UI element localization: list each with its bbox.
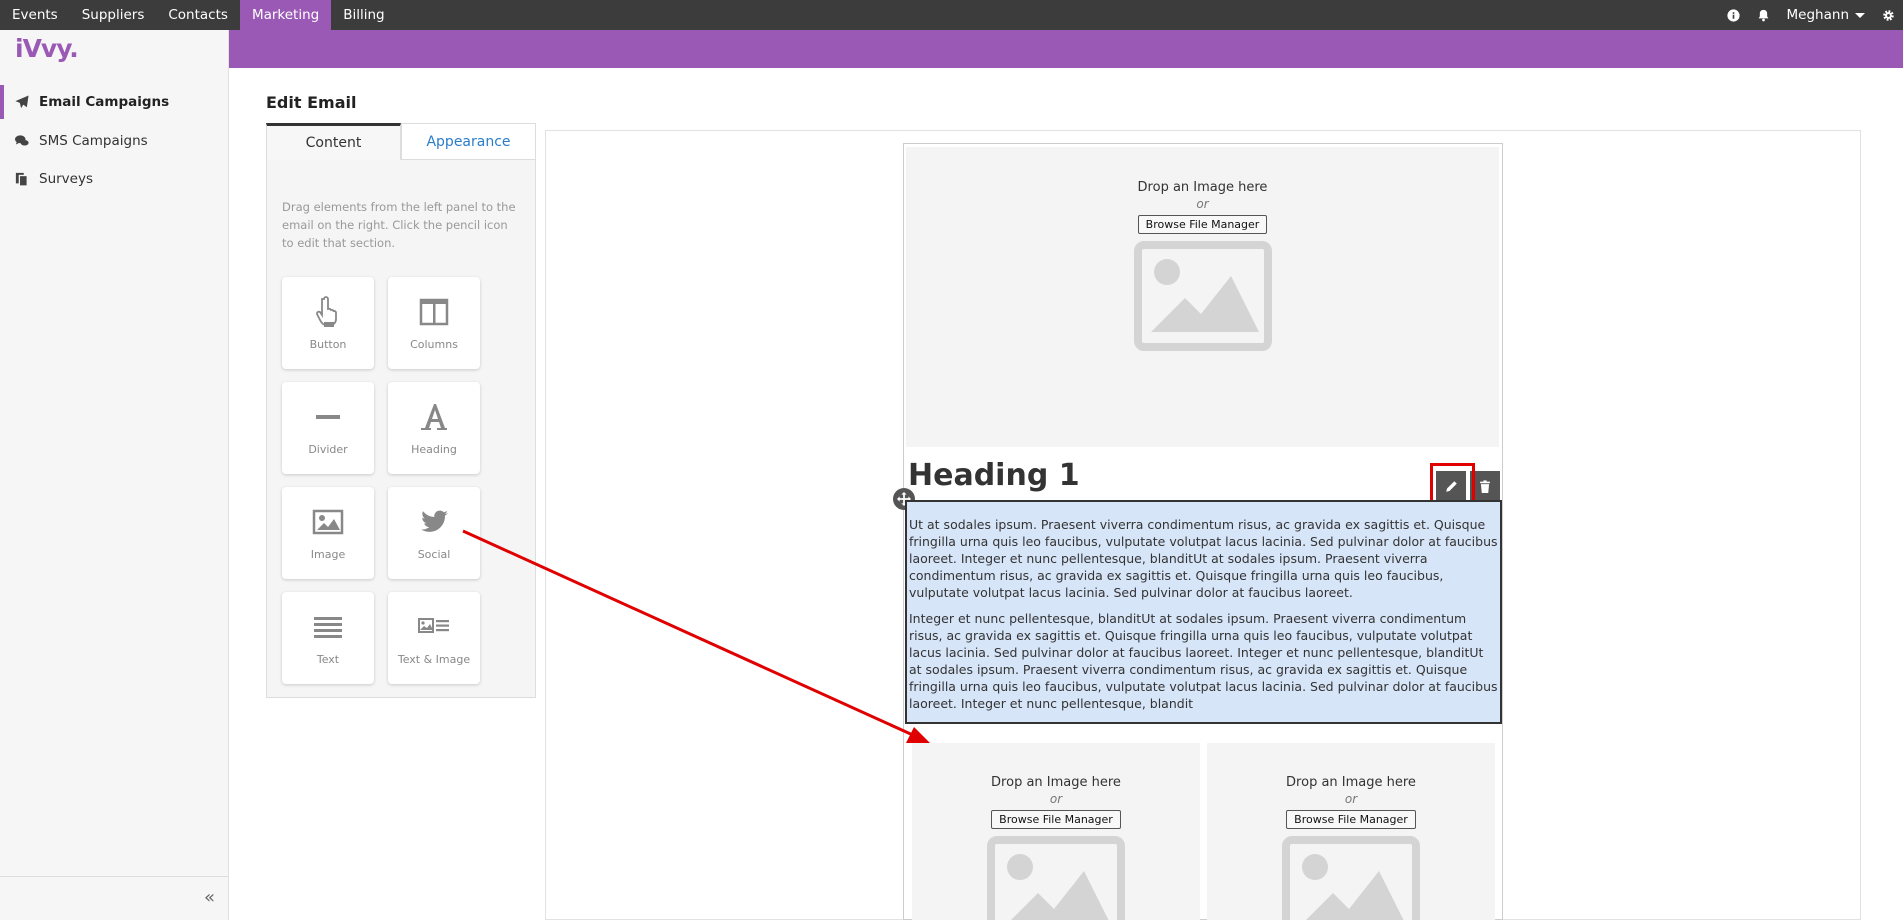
header-band [229, 30, 1903, 68]
divider-icon [316, 414, 340, 419]
element-columns[interactable]: Columns [388, 277, 480, 369]
drop-or-text: or [1344, 792, 1358, 806]
twitter-icon [421, 510, 448, 532]
image-drop-zone[interactable]: Drop an Image here or Browse File Manage… [906, 147, 1499, 447]
element-label: Divider [308, 442, 348, 456]
clipboard-icon [15, 172, 28, 186]
drop-image-text: Drop an Image here [1137, 180, 1268, 195]
collapse-sidebar-button[interactable]: « [204, 887, 215, 908]
panel-help-text: Drag elements from the left panel to the… [282, 200, 516, 250]
sidebar-item-sms-campaigns[interactable]: SMS Campaigns [0, 124, 229, 158]
paper-plane-icon [15, 95, 29, 109]
browse-file-manager-button[interactable]: Browse File Manager [991, 810, 1121, 829]
image-drop-zone-left[interactable]: Drop an Image here or Browse File Manage… [912, 743, 1200, 920]
text-image-icon [418, 617, 449, 633]
chat-bubbles-icon [15, 135, 29, 146]
element-heading[interactable]: Heading [388, 382, 480, 474]
element-text[interactable]: Text [282, 592, 374, 684]
nav-suppliers[interactable]: Suppliers [70, 0, 157, 30]
nav-marketing[interactable]: Marketing [239, 0, 332, 30]
element-label: Heading [411, 442, 457, 456]
drop-or-text: or [1196, 197, 1209, 211]
info-icon[interactable] [1719, 0, 1749, 30]
columns-icon [419, 298, 449, 325]
element-label: Text & Image [397, 652, 471, 666]
trash-icon [1480, 479, 1490, 493]
gear-icon[interactable] [1873, 0, 1903, 30]
selected-text-block[interactable]: Ut at sodales ipsum. Praesent viverra co… [905, 500, 1502, 724]
elements-panel: Drag elements from the left panel to the… [266, 160, 536, 698]
image-placeholder-icon [1282, 836, 1420, 920]
drop-image-text: Drop an Image here [991, 775, 1121, 790]
sidebar: iVvy. Email Campaigns SMS Campaigns Surv… [0, 30, 229, 920]
text-paragraph: Integer et nunc pellentesque, blanditUt … [909, 611, 1498, 711]
element-social[interactable]: Social [388, 487, 480, 579]
element-label: Text [316, 652, 340, 666]
sidebar-footer: « [0, 876, 229, 920]
sidebar-item-label: Surveys [39, 171, 93, 187]
image-placeholder-icon [1133, 241, 1272, 351]
heading-icon [421, 403, 447, 430]
tab-content[interactable]: Content [266, 123, 401, 160]
element-label: Image [310, 547, 346, 561]
editor-tabs: Content Appearance [266, 123, 536, 160]
user-name: Meghann [1786, 7, 1849, 23]
element-label: Button [309, 337, 347, 351]
nav-contacts[interactable]: Contacts [156, 0, 240, 30]
tab-appearance[interactable]: Appearance [401, 123, 536, 160]
caret-down-icon [1855, 12, 1865, 18]
image-drop-zone-right[interactable]: Drop an Image here or Browse File Manage… [1207, 743, 1495, 920]
text-lines-icon [314, 616, 342, 638]
element-divider[interactable]: Divider [282, 382, 374, 474]
bell-icon[interactable] [1749, 0, 1779, 30]
nav-events[interactable]: Events [0, 0, 70, 30]
sidebar-item-label: Email Campaigns [39, 94, 170, 110]
element-image[interactable]: Image [282, 487, 374, 579]
top-navigation: Events Suppliers Contacts Marketing Bill… [0, 0, 1903, 30]
drop-image-text: Drop an Image here [1286, 775, 1416, 790]
sidebar-item-email-campaigns[interactable]: Email Campaigns [0, 85, 229, 119]
element-label: Columns [410, 337, 458, 351]
logo: iVvy. [15, 34, 79, 63]
sidebar-item-label: SMS Campaigns [39, 133, 148, 149]
element-label: Social [417, 547, 451, 561]
hand-pointer-icon [316, 295, 337, 327]
image-placeholder-icon [987, 836, 1125, 920]
image-icon [312, 509, 344, 534]
nav-billing[interactable]: Billing [331, 0, 396, 30]
element-button[interactable]: Button [282, 277, 374, 369]
text-paragraph: Ut at sodales ipsum. Praesent viverra co… [909, 517, 1498, 600]
email-heading[interactable]: Heading 1 [908, 458, 1080, 493]
page-title: Edit Email [266, 93, 357, 112]
element-text-image[interactable]: Text & Image [388, 592, 480, 684]
user-menu[interactable]: Meghann [1779, 7, 1873, 23]
browse-file-manager-button[interactable]: Browse File Manager [1137, 215, 1268, 234]
sidebar-item-surveys[interactable]: Surveys [0, 162, 229, 196]
drop-or-text: or [1049, 792, 1063, 806]
browse-file-manager-button[interactable]: Browse File Manager [1286, 810, 1416, 829]
